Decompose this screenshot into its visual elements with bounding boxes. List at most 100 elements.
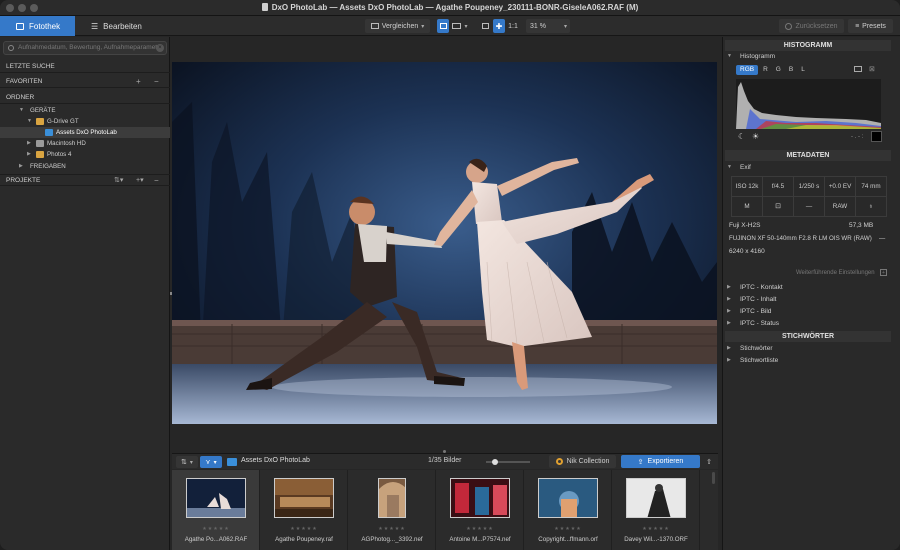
photo-viewer[interactable] [172, 62, 717, 424]
add-favorite-button[interactable]: + [136, 76, 141, 88]
remove-project-button[interactable]: − [154, 175, 159, 187]
reset-button[interactable]: Zurücksetzen [779, 19, 844, 33]
more-settings-link[interactable]: Weiterführende Einstellungen [796, 270, 875, 276]
document-icon [261, 3, 268, 11]
filmstrip-scrollbar[interactable] [712, 472, 715, 484]
sort-button[interactable]: ⇅ ▾ [176, 456, 198, 468]
rating-stars[interactable]: ★★★★★ [348, 526, 436, 532]
iptc-image[interactable]: ▶ IPTC - Bild [727, 306, 893, 317]
rating-stars[interactable]: ★★★★★ [524, 526, 612, 532]
compare-icon [370, 23, 379, 29]
shadow-clipping-icon[interactable]: ☾ [738, 132, 745, 141]
keyword-list-section[interactable]: ▶ Stichwortliste [727, 355, 893, 366]
tab-fotothek[interactable]: Fotothek [0, 16, 75, 36]
slider-knob[interactable] [491, 459, 498, 465]
sort-projects-button[interactable]: ⇅▾ [114, 175, 123, 187]
rating-stars[interactable]: ★★★★★ [612, 526, 700, 532]
folder-icon [45, 129, 53, 136]
disclosure-closed-icon: ▶ [727, 284, 731, 290]
disclosure-closed-icon: ▶ [727, 345, 731, 351]
softproof-icon[interactable]: ⊠ [869, 65, 875, 73]
section-projects[interactable]: PROJEKTE ⇅▾ +▾ − [0, 174, 170, 186]
section-folders[interactable]: ORDNER [0, 92, 170, 104]
thumbnail[interactable]: ★★★★★ Copyright...ffmann.orf [524, 470, 612, 550]
thumbnail[interactable]: ★★★★★ Antoine M...P7574.nef [436, 470, 524, 550]
dual-view-button[interactable]: ▾ [450, 19, 470, 33]
channel-g-button[interactable]: G [773, 65, 784, 75]
rating-stars[interactable]: ★★★★★ [172, 526, 260, 532]
channel-r-button[interactable]: R [760, 65, 771, 75]
thumbnail[interactable]: ★★★★★ Agathe Poupeney.raf [260, 470, 348, 550]
tree-shares[interactable]: ▶ FREIGABEN [0, 161, 170, 172]
reset-label: Zurücksetzen [795, 22, 838, 30]
section-favorites[interactable]: FAVORITEN + − [0, 76, 170, 88]
nik-collection-button[interactable]: Nik Collection [549, 455, 616, 468]
channel-b-button[interactable]: B [786, 65, 796, 75]
highlight-clipping-icon[interactable]: ☀ [752, 132, 759, 141]
panel-splitter-handle[interactable] [170, 292, 172, 295]
gdrive-label: G-Drive GT [47, 118, 79, 125]
shares-label: FREIGABEN [30, 163, 66, 170]
iptc-status[interactable]: ▶ IPTC - Status [727, 318, 893, 329]
channel-selector: RGB R G B L [736, 65, 808, 75]
thumbnail-name: Agathe Po...A062.RAF [184, 536, 248, 543]
tree-item-photos[interactable]: ▶ Photos 4 [0, 149, 170, 160]
exif-label: Exif [740, 164, 751, 171]
more-settings-icon[interactable]: + [880, 269, 887, 276]
one-to-one-button[interactable]: 1:1 [506, 19, 520, 33]
disclosure-open-icon: ▼ [727, 53, 732, 59]
disclosure-closed-icon: ▶ [27, 151, 31, 157]
metadata-header[interactable]: METADATEN [725, 150, 891, 161]
search-input[interactable]: Aufnahmedatum, Bewertung, Aufnahmeparame… [3, 41, 167, 55]
thumbnail[interactable]: ★★★★★ AGPhotog..._3392.nef [348, 470, 436, 550]
chevron-down-icon: ▾ [213, 459, 217, 466]
share-button[interactable]: ⇧ [703, 455, 715, 468]
single-view-icon [439, 23, 447, 29]
rating-stars[interactable]: ★★★★★ [260, 526, 348, 532]
drive-icon [36, 118, 44, 125]
thumbnail[interactable]: ★★★★★ Agathe Po...A062.RAF [172, 470, 260, 550]
section-recent-search[interactable]: LETZTE SUCHE [0, 61, 170, 73]
remove-favorite-button[interactable]: − [154, 76, 159, 88]
zoom-select[interactable]: 31 % ▾ [526, 19, 570, 33]
filter-button[interactable]: ⋎ ▾ [200, 456, 222, 468]
disclosure-open-icon: ▼ [27, 118, 32, 124]
compare-button[interactable]: Vergleichen ▾ [365, 19, 430, 33]
single-view-button[interactable] [437, 19, 449, 33]
tree-item-gdrive[interactable]: ▼ G-Drive GT [0, 116, 170, 127]
dual-view-icon [452, 23, 462, 29]
histogram-header[interactable]: HISTOGRAMM [725, 40, 891, 51]
window-title-text: DxO PhotoLab — Assets DxO PhotoLab — Aga… [271, 3, 639, 12]
keyword-list-label: Stichwortliste [740, 357, 779, 364]
iptc-content[interactable]: ▶ IPTC - Inhalt [727, 294, 893, 305]
keywords-section[interactable]: ▶ Stichwörter [727, 343, 893, 354]
channel-rgb-button[interactable]: RGB [736, 65, 759, 75]
rating-stars[interactable]: ★★★★★ [436, 526, 524, 532]
image-dimensions: 6240 x 4160 [729, 248, 765, 255]
channel-l-button[interactable]: L [798, 65, 808, 75]
keywords-header[interactable]: STICHWÖRTER [725, 331, 891, 342]
tree-devices[interactable]: ▼ GERÄTE [0, 105, 170, 116]
tree-item-assets[interactable]: Assets DxO PhotoLab [0, 127, 170, 138]
presets-button[interactable]: ≡ Presets [848, 19, 893, 33]
thumbnail-image [450, 478, 510, 518]
filmstrip: ★★★★★ Agathe Po...A062.RAF ★★★★★ Agathe … [172, 470, 718, 550]
thumbnail[interactable]: ★★★★★ Davey Wil...-1370.ORF [612, 470, 700, 550]
crop-view-button[interactable] [479, 19, 491, 33]
histogram-readout: - . - : [851, 134, 864, 140]
iptc-contact[interactable]: ▶ IPTC - Kontakt [727, 282, 893, 293]
thumbnail-size-slider[interactable] [486, 459, 530, 465]
main-toolbar: Fotothek ☰ Bearbeiten Vergleichen ▾ ▾ ✚ 1:… [0, 16, 900, 36]
tab-bearbeiten[interactable]: ☰ Bearbeiten [75, 16, 160, 36]
add-project-button[interactable]: +▾ [136, 175, 144, 187]
tree-item-macintosh[interactable]: ▶ Macintosh HD [0, 138, 170, 149]
thumbnail-image [538, 478, 598, 518]
monitor-icon[interactable] [854, 66, 862, 72]
clear-search-icon[interactable]: × [156, 44, 164, 52]
fit-button[interactable]: ✚ [493, 19, 505, 33]
disclosure-closed-icon: ▶ [727, 357, 731, 363]
export-button[interactable]: ⇪ Exportieren [621, 455, 700, 468]
histogram-subsection[interactable]: ▼ Histogramm [727, 51, 893, 62]
exif-subsection[interactable]: ▼ Exif [727, 162, 893, 173]
app-window: DxO PhotoLab — Assets DxO PhotoLab — Aga… [0, 0, 900, 550]
